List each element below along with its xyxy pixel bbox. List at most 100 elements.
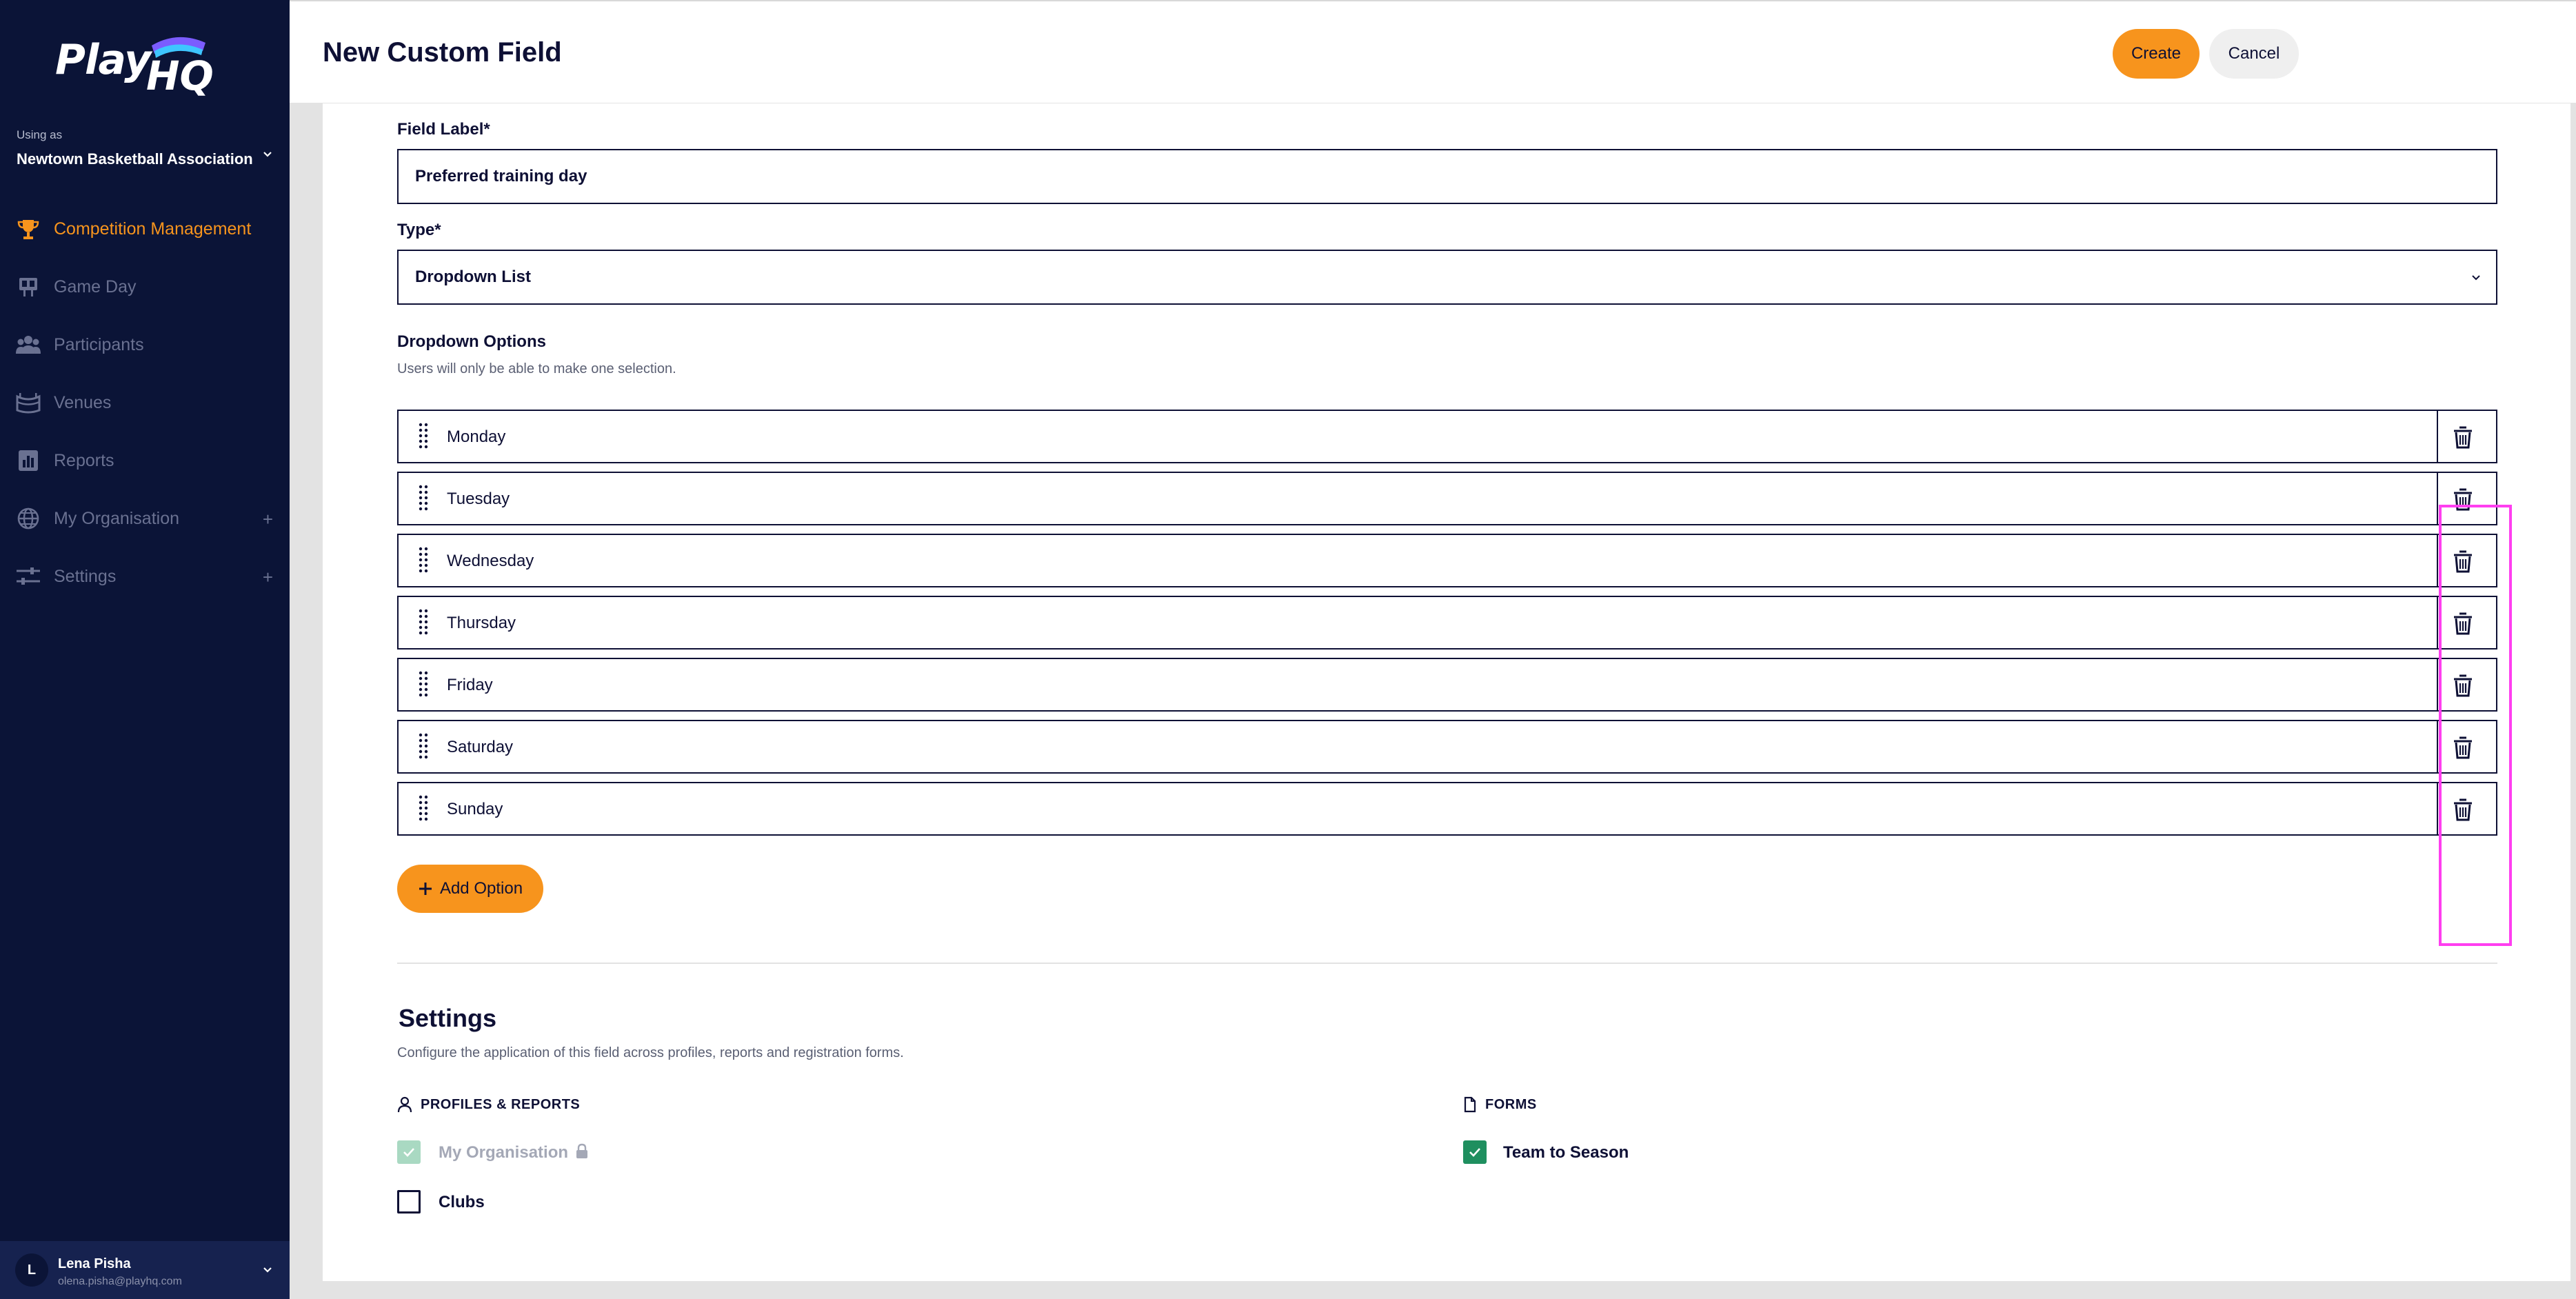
- logo-hq-text: HQ: [146, 52, 214, 97]
- option-input[interactable]: Friday: [447, 676, 493, 695]
- sidebar-item-my-organisation[interactable]: My Organisation +: [0, 490, 290, 547]
- forms-heading: FORMS: [1463, 1096, 1537, 1113]
- sidebar-item-participants[interactable]: Participants: [0, 316, 290, 374]
- option-input[interactable]: Monday: [447, 427, 505, 447]
- dropdown-options-helper: Users will only be able to make one sele…: [397, 361, 676, 376]
- drag-handle-icon[interactable]: [418, 608, 429, 637]
- option-row[interactable]: Saturday: [397, 720, 2497, 774]
- cancel-button[interactable]: Cancel: [2209, 29, 2299, 79]
- field-label-value: Preferred training day: [415, 167, 587, 185]
- page-title: New Custom Field: [323, 37, 562, 68]
- logo-hq-badge: HQ: [146, 37, 214, 97]
- sidebar: Play HQ Using as Newtown Basketball Asso…: [0, 0, 290, 1299]
- option-row[interactable]: Sunday: [397, 782, 2497, 836]
- option-divider: [2437, 659, 2438, 710]
- team-to-season-checkbox[interactable]: [1463, 1140, 1487, 1164]
- chevron-down-icon: [2472, 275, 2480, 281]
- type-select[interactable]: Dropdown List: [397, 250, 2497, 305]
- trophy-icon: [15, 216, 41, 242]
- option-row[interactable]: Thursday: [397, 596, 2497, 650]
- page-header: New Custom Field Create Cancel: [290, 0, 2576, 103]
- organisation-switcher[interactable]: Newtown Basketball Association: [17, 150, 253, 168]
- sidebar-item-reports[interactable]: Reports: [0, 432, 290, 490]
- field-label-input[interactable]: Preferred training day: [397, 149, 2497, 204]
- playhq-logo[interactable]: Play HQ: [55, 25, 214, 101]
- team-to-season-label: Team to Season: [1503, 1143, 1629, 1162]
- sidebar-item-competition-management[interactable]: Competition Management: [0, 200, 290, 258]
- option-divider: [2437, 411, 2438, 462]
- profiles-reports-heading-text: PROFILES & REPORTS: [421, 1096, 581, 1112]
- option-input[interactable]: Thursday: [447, 614, 516, 633]
- drag-handle-icon[interactable]: [418, 732, 429, 761]
- drag-handle-icon[interactable]: [418, 484, 429, 513]
- person-icon: [397, 1096, 412, 1113]
- using-as-label: Using as: [17, 128, 63, 141]
- sidebar-item-label: Settings: [54, 566, 117, 586]
- chevron-down-icon[interactable]: [262, 149, 273, 160]
- expand-icon[interactable]: +: [263, 567, 273, 588]
- option-divider: [2437, 473, 2438, 524]
- option-row[interactable]: Tuesday: [397, 472, 2497, 525]
- expand-icon[interactable]: +: [263, 509, 273, 530]
- profiles-reports-heading: PROFILES & REPORTS: [397, 1096, 580, 1113]
- clubs-label: Clubs: [439, 1193, 485, 1211]
- sidebar-item-label: Reports: [54, 450, 114, 470]
- sliders-icon: [15, 563, 41, 590]
- checkmark-icon: [1469, 1148, 1480, 1157]
- option-divider: [2437, 597, 2438, 648]
- sidebar-item-game-day[interactable]: Game Day: [0, 258, 290, 316]
- add-option-label: Add Option: [439, 879, 523, 898]
- trash-icon[interactable]: [2452, 425, 2474, 450]
- option-input[interactable]: Tuesday: [447, 490, 510, 509]
- lock-icon: [576, 1143, 587, 1158]
- sidebar-item-venues[interactable]: Venues: [0, 374, 290, 432]
- chevron-down-icon[interactable]: [262, 1265, 273, 1276]
- my-organisation-checkbox: [397, 1140, 421, 1164]
- scoreboard-icon: [15, 274, 41, 300]
- settings-description: Configure the application of this field …: [397, 1045, 904, 1060]
- report-icon: [15, 447, 41, 474]
- drag-handle-icon[interactable]: [418, 670, 429, 699]
- clubs-checkbox[interactable]: [397, 1190, 421, 1214]
- option-row[interactable]: Wednesday: [397, 534, 2497, 587]
- option-input[interactable]: Sunday: [447, 800, 503, 819]
- type-select-value: Dropdown List: [415, 268, 531, 286]
- option-input[interactable]: Saturday: [447, 738, 513, 757]
- avatar: L: [15, 1253, 48, 1287]
- create-button[interactable]: Create: [2113, 29, 2200, 79]
- user-email: olena.pisha@playhq.com: [58, 1276, 182, 1287]
- sidebar-item-label: Venues: [54, 392, 112, 412]
- sidebar-nav: Competition Management Game Day Particip…: [0, 200, 290, 605]
- option-input[interactable]: Wednesday: [447, 552, 534, 571]
- field-label-title: Field Label*: [397, 120, 490, 139]
- my-organisation-label: My Organisation: [439, 1143, 569, 1162]
- dropdown-options-title: Dropdown Options: [397, 332, 546, 351]
- plus-icon: [419, 883, 432, 895]
- add-option-button[interactable]: Add Option: [397, 865, 543, 913]
- settings-title: Settings: [399, 1004, 497, 1032]
- custom-field-form: Field Label* Preferred training day Type…: [323, 103, 2570, 1281]
- document-icon: [1464, 1096, 1476, 1113]
- option-divider: [2437, 721, 2438, 772]
- option-row[interactable]: Monday: [397, 410, 2497, 463]
- drag-handle-icon[interactable]: [418, 546, 429, 575]
- delete-column-highlight: [2439, 505, 2512, 946]
- user-menu[interactable]: L Lena Pisha olena.pisha@playhq.com: [0, 1241, 290, 1299]
- user-name: Lena Pisha: [58, 1256, 131, 1271]
- sidebar-item-label: Participants: [54, 334, 144, 354]
- sidebar-item-label: Game Day: [54, 276, 137, 296]
- drag-handle-icon[interactable]: [418, 794, 429, 823]
- sidebar-item-settings[interactable]: Settings +: [0, 547, 290, 605]
- globe-icon: [15, 505, 41, 532]
- sidebar-item-label: My Organisation: [54, 508, 180, 528]
- forms-heading-text: FORMS: [1485, 1096, 1537, 1112]
- divider: [397, 963, 2497, 964]
- option-row[interactable]: Friday: [397, 658, 2497, 712]
- drag-handle-icon[interactable]: [418, 422, 429, 451]
- type-title: Type*: [397, 221, 441, 239]
- logo-text: Play: [55, 36, 151, 84]
- people-icon: [15, 332, 41, 358]
- stadium-icon: [15, 390, 41, 416]
- option-divider: [2437, 535, 2438, 586]
- checkmark-icon: [403, 1148, 414, 1157]
